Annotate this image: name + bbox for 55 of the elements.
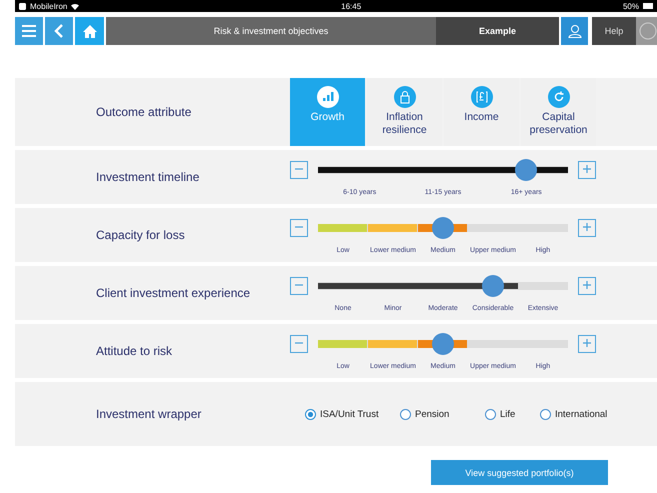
slider-thumb[interactable] bbox=[432, 216, 454, 238]
row-label: Capacity for loss bbox=[95, 228, 186, 242]
radio-button[interactable] bbox=[400, 408, 411, 420]
slider-thumb[interactable] bbox=[514, 158, 536, 180]
refresh-icon bbox=[548, 86, 570, 108]
row-label: Investment wrapper bbox=[95, 407, 202, 421]
plus-button[interactable] bbox=[578, 218, 596, 236]
plus-icon bbox=[582, 164, 592, 174]
wifi-icon bbox=[71, 2, 80, 10]
battery-icon bbox=[643, 3, 653, 9]
app-icon bbox=[19, 2, 26, 10]
profile-button[interactable] bbox=[561, 17, 588, 45]
plus-icon bbox=[582, 280, 592, 290]
client-name: Example bbox=[436, 17, 559, 45]
radio-option[interactable]: ISA/Unit Trust bbox=[305, 408, 400, 420]
help-icon[interactable] bbox=[639, 22, 657, 40]
back-button[interactable] bbox=[45, 17, 73, 45]
minus-button[interactable] bbox=[290, 276, 308, 294]
slider[interactable] bbox=[318, 216, 568, 238]
plus-button[interactable] bbox=[578, 334, 596, 352]
pound-icon bbox=[470, 86, 492, 108]
plus-button[interactable] bbox=[578, 160, 596, 178]
home-icon bbox=[82, 24, 96, 38]
row-label: Outcome attribute bbox=[95, 105, 192, 119]
home-button[interactable] bbox=[75, 17, 104, 45]
menu-button[interactable] bbox=[15, 17, 43, 45]
slider[interactable] bbox=[318, 332, 568, 354]
slider-thumb[interactable] bbox=[482, 274, 504, 296]
radio-option[interactable]: International bbox=[540, 408, 620, 420]
padlock-icon bbox=[394, 86, 416, 108]
person-icon bbox=[568, 24, 582, 38]
slider[interactable] bbox=[318, 158, 568, 180]
slider-thumb[interactable] bbox=[432, 332, 454, 354]
battery-level: 50% bbox=[622, 2, 639, 10]
row-label: Investment timeline bbox=[95, 170, 200, 184]
radio-option[interactable]: Life bbox=[485, 408, 540, 420]
row-label: Client investment experience bbox=[95, 286, 252, 300]
plus-icon bbox=[582, 222, 592, 232]
status-time: 16:45 bbox=[340, 2, 362, 10]
minus-button[interactable] bbox=[290, 218, 308, 236]
menu-icon bbox=[22, 25, 36, 37]
radio-button[interactable] bbox=[540, 408, 551, 420]
help-button[interactable]: Help bbox=[592, 17, 636, 45]
plus-icon bbox=[582, 338, 592, 348]
plus-button[interactable] bbox=[578, 276, 596, 294]
minus-button[interactable] bbox=[290, 334, 308, 352]
bar-chart-icon bbox=[316, 86, 338, 108]
radio-button[interactable] bbox=[485, 408, 496, 420]
page-title: Risk & investment objectives bbox=[106, 17, 436, 45]
carrier-name: MobileIron bbox=[30, 2, 68, 10]
radio-button[interactable] bbox=[305, 408, 316, 420]
minus-button[interactable] bbox=[290, 160, 308, 178]
slider[interactable] bbox=[318, 274, 568, 296]
row-label: Attitude to risk bbox=[95, 344, 174, 358]
radio-option[interactable]: Pension bbox=[400, 408, 485, 420]
